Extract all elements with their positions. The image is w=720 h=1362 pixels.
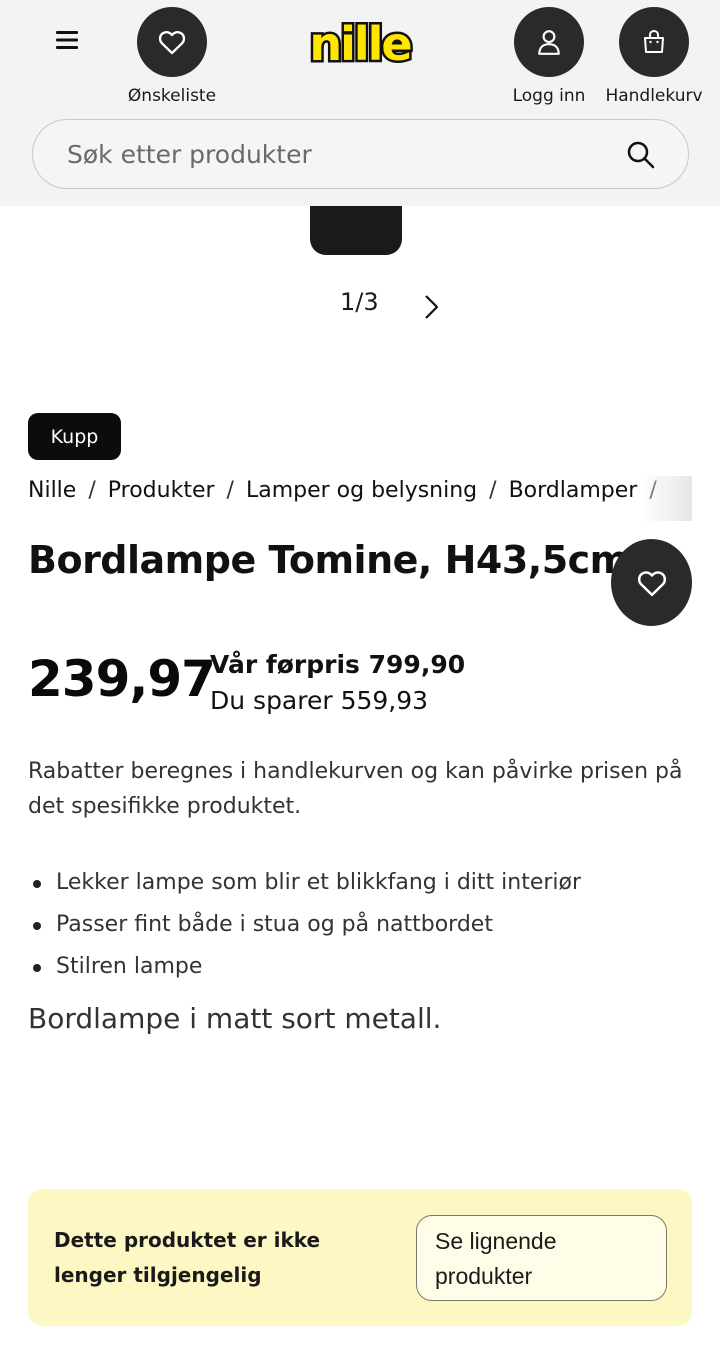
breadcrumb-link[interactable]: Produkter [108,478,215,503]
login-button[interactable] [514,7,584,77]
search-bar [32,119,689,189]
login-label[interactable]: Logg inn [500,86,598,106]
breadcrumb-separator: / [226,478,234,503]
heart-icon [637,570,666,596]
breadcrumb-separator: / [489,478,497,503]
cart-button[interactable] [619,7,689,77]
nille-logo[interactable]: nille [300,14,420,74]
savings-amount: Du sparer 559,93 [210,686,429,715]
search-input[interactable] [67,120,627,188]
add-to-wishlist-button[interactable] [611,539,692,626]
user-icon [538,30,560,55]
hamburger-menu-icon [56,31,78,49]
deal-badge: Kupp [28,413,121,460]
product-image[interactable] [310,206,402,255]
see-similar-button[interactable]: Se lignende produkter [416,1215,667,1301]
product-description: Bordlampe i matt sort metall. [28,1002,442,1035]
breadcrumb-link[interactable]: Nille [28,478,76,503]
product-title: Bordlampe Tomine, H43,5cm [28,538,629,582]
site-header: Ønskeliste nille Logg inn Handlekurv [0,0,720,206]
chevron-right-icon[interactable] [418,292,444,322]
logo-text: nille [309,17,410,71]
unavailable-message: Dette produktet er ikke lenger tilgjenge… [54,1228,321,1287]
menu-button[interactable] [50,22,84,58]
list-item: Stilren lampe [28,946,692,988]
list-item: Lekker lampe som blir et blikkfang i dit… [28,862,692,904]
shopping-bag-icon [644,29,664,53]
product-price: 239,97 [28,650,216,708]
breadcrumb-separator: / [88,478,96,503]
unavailable-notice: Dette produktet er ikke lenger tilgjenge… [28,1189,692,1326]
feature-list: Lekker lampe som blir et blikkfang i dit… [28,862,692,988]
discount-info: Rabatter beregnes i handlekurven og kan … [28,759,683,819]
gallery-pager: 1/3 [340,288,379,316]
cart-label[interactable]: Handlekurv [604,86,704,106]
heart-icon [158,30,186,55]
wishlist-label[interactable]: Ønskeliste [110,86,234,106]
breadcrumb-fade [640,476,692,521]
breadcrumb: Nille / Produkter / Lamper og belysning / Bord… [28,478,692,508]
previous-price: Vår førpris 799,90 [210,650,466,679]
breadcrumb-link[interactable]: Lamper og belysning [246,478,477,503]
wishlist-button[interactable] [137,7,207,77]
list-item: Passer fint både i stua og på nattbordet [28,904,692,946]
breadcrumb-link[interactable]: Bordlamper [509,478,638,503]
search-icon[interactable] [626,140,656,170]
